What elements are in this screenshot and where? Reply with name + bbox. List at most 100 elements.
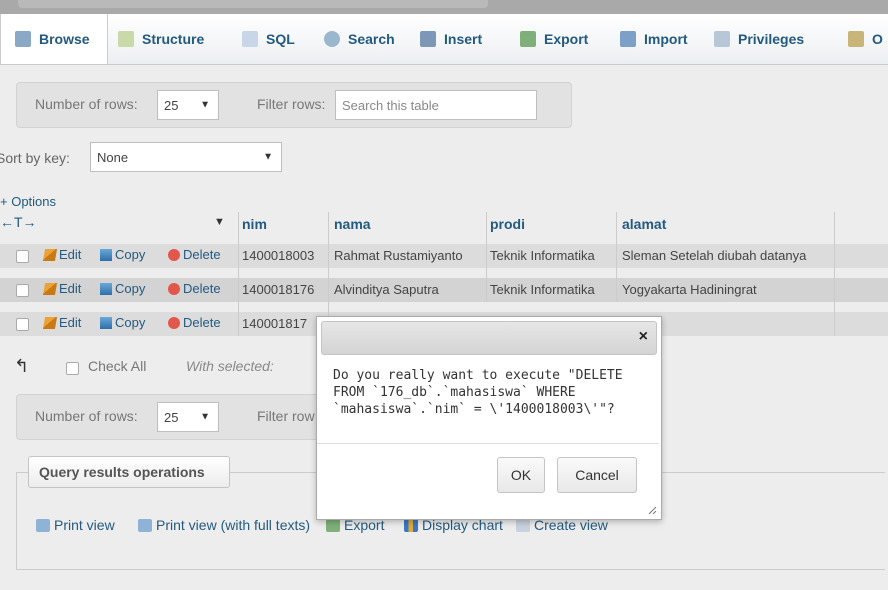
- dialog-message-line: FROM `176_db`.`mahasiswa` WHERE: [333, 385, 576, 400]
- dialog-titlebar[interactable]: ×: [321, 321, 657, 355]
- tab-browse[interactable]: Browse: [0, 14, 108, 64]
- tab-export[interactable]: Export: [520, 14, 588, 64]
- top-navigation-box: Number of rows: 25 ▼ Filter rows: Search …: [16, 82, 572, 128]
- dialog-message: Do you really want to execute "DELETE FR…: [333, 367, 651, 418]
- copy-icon: [100, 249, 112, 261]
- search-icon: [324, 31, 340, 47]
- print-icon: [138, 519, 152, 532]
- delete-icon: [168, 249, 180, 261]
- table-row[interactable]: Edit Copy Delete 1400018003 Rahmat Rusta…: [0, 244, 888, 268]
- column-divider: [238, 212, 239, 336]
- chevron-down-icon: ▼: [200, 411, 210, 423]
- filter-rows-input[interactable]: Search this table: [335, 90, 537, 120]
- tab-structure-label: Structure: [142, 31, 205, 47]
- column-header-alamat[interactable]: alamat: [622, 216, 666, 232]
- edit-link[interactable]: Edit: [42, 247, 82, 262]
- edit-icon: [42, 283, 58, 295]
- delete-label: Delete: [183, 315, 221, 330]
- tab-operations[interactable]: O: [848, 14, 883, 64]
- column-header-nama[interactable]: nama: [334, 216, 371, 232]
- tab-operations-label: O: [872, 31, 883, 47]
- column-divider: [834, 212, 835, 336]
- print-view-label: Print view: [54, 517, 115, 533]
- sort-dropdown-icon[interactable]: ▼: [214, 216, 225, 228]
- tab-sql-label: SQL: [266, 31, 295, 47]
- browser-top-strip: [0, 0, 888, 14]
- export-icon: [520, 31, 536, 47]
- tab-sql[interactable]: SQL: [242, 14, 295, 64]
- row-checkbox[interactable]: [16, 318, 29, 331]
- tab-import[interactable]: Import: [620, 14, 688, 64]
- print-view-full-link[interactable]: Print view (with full texts): [138, 517, 310, 533]
- delete-link[interactable]: Delete: [168, 281, 221, 296]
- row-checkbox[interactable]: [16, 250, 29, 263]
- edit-label: Edit: [59, 315, 82, 330]
- row-checkbox[interactable]: [16, 284, 29, 297]
- sort-by-key-value: None: [97, 149, 129, 165]
- cancel-button[interactable]: Cancel: [557, 457, 637, 493]
- copy-label: Copy: [115, 315, 146, 330]
- edit-label: Edit: [59, 281, 82, 296]
- delete-link[interactable]: Delete: [168, 247, 221, 262]
- check-all-label[interactable]: Check All: [88, 358, 146, 374]
- edit-label: Edit: [59, 247, 82, 262]
- import-icon: [620, 31, 636, 47]
- delete-icon: [168, 317, 180, 329]
- tab-insert-label: Insert: [444, 31, 483, 47]
- column-header-nim[interactable]: nim: [242, 216, 267, 232]
- sql-icon: [242, 31, 258, 47]
- edit-icon: [42, 249, 58, 261]
- tab-search[interactable]: Search: [324, 14, 395, 64]
- cell-nama: Rahmat Rustamiyanto: [334, 248, 463, 263]
- edit-link[interactable]: Edit: [42, 315, 82, 330]
- column-divider: [616, 212, 617, 302]
- print-view-link[interactable]: Print view: [36, 517, 115, 533]
- cell-prodi: Teknik Informatika: [490, 248, 595, 263]
- ok-button[interactable]: OK: [497, 457, 545, 493]
- tab-structure[interactable]: Structure: [118, 14, 204, 64]
- tab-export-label: Export: [544, 31, 589, 47]
- table-row[interactable]: Edit Copy Delete 1400018176 Alvinditya S…: [0, 278, 888, 302]
- edit-link[interactable]: Edit: [42, 281, 82, 296]
- sort-by-key-select[interactable]: None ▼: [90, 142, 282, 172]
- filter-rows-label: Filter rows:: [257, 96, 326, 112]
- column-arrows[interactable]: ←T→: [0, 214, 37, 230]
- cell-nama: Alvinditya Saputra: [334, 282, 439, 297]
- query-results-operations-legend: Query results operations: [28, 456, 230, 488]
- copy-link[interactable]: Copy: [100, 281, 145, 296]
- filter-rows-placeholder: Search this table: [342, 97, 439, 113]
- cell-nim: 1400018176: [242, 282, 315, 297]
- number-of-rows-label: Number of rows:: [35, 96, 138, 112]
- copy-label: Copy: [115, 247, 146, 262]
- rows-select[interactable]: 25 ▼: [157, 90, 219, 120]
- column-header-prodi[interactable]: prodi: [490, 216, 525, 232]
- copy-link[interactable]: Copy: [100, 247, 145, 262]
- column-divider: [486, 212, 487, 302]
- breadcrumb-ghost: [18, 0, 488, 8]
- arrow-up-left-icon: ↰: [14, 356, 30, 376]
- delete-label: Delete: [183, 247, 221, 262]
- resize-grip-icon[interactable]: [647, 505, 657, 515]
- tab-privileges-label: Privileges: [738, 31, 805, 47]
- edit-icon: [42, 317, 58, 329]
- cell-prodi: Teknik Informatika: [490, 282, 595, 297]
- number-of-rows-label: Number of rows:: [35, 408, 138, 424]
- copy-icon: [100, 317, 112, 329]
- check-all-checkbox[interactable]: [66, 362, 79, 375]
- tab-bar: Browse Structure SQL Search Insert Expor…: [0, 14, 888, 65]
- tab-privileges[interactable]: Privileges: [714, 14, 804, 64]
- print-icon: [36, 519, 50, 532]
- tab-insert[interactable]: Insert: [420, 14, 482, 64]
- copy-icon: [100, 283, 112, 295]
- copy-link[interactable]: Copy: [100, 315, 145, 330]
- print-view-full-label: Print view (with full texts): [156, 517, 311, 533]
- delete-link[interactable]: Delete: [168, 315, 221, 330]
- cell-alamat: Yogyakarta Hadiningrat: [622, 282, 757, 297]
- cell-alamat: Sleman Setelah diubah datanya: [622, 248, 807, 263]
- close-icon[interactable]: ×: [639, 328, 648, 346]
- options-link[interactable]: + Options: [0, 194, 56, 209]
- browse-icon: [15, 31, 31, 47]
- dialog-button-bar: [317, 443, 659, 444]
- confirm-dialog: × Do you really want to execute "DELETE …: [316, 316, 662, 520]
- rows-select[interactable]: 25 ▼: [157, 402, 219, 432]
